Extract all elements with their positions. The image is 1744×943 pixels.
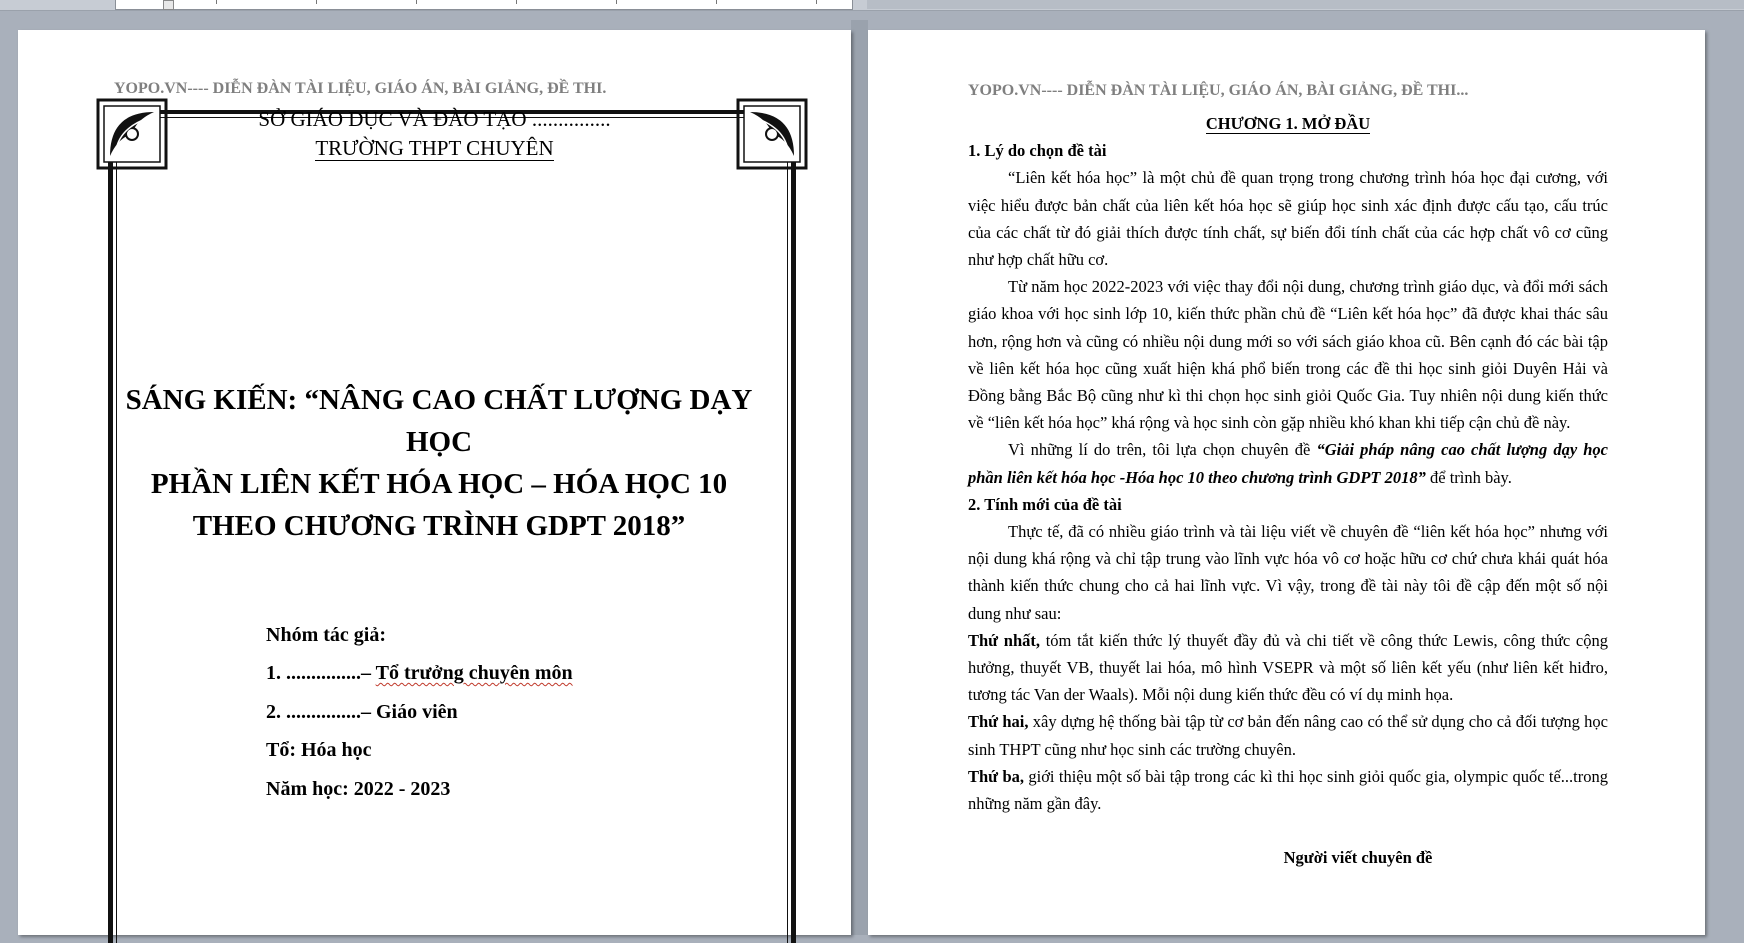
section-1-paragraph-1: “Liên kết hóa học” là một chủ đề quan tr… xyxy=(968,168,1608,270)
frame-right-line xyxy=(791,162,796,943)
horizontal-ruler[interactable] xyxy=(115,0,853,10)
indent-marker[interactable] xyxy=(163,0,174,10)
point-first-text: tóm tắt kiến thức lý thuyết đầy đủ và ch… xyxy=(968,630,1608,705)
paragraph-3-end: để trình bày. xyxy=(1425,467,1512,487)
paragraph-3-intro: Vì những lí do trên, tôi lựa chọn chuyên… xyxy=(1008,440,1317,460)
section-1-heading: 1. Lý do chọn đề tài xyxy=(968,141,1107,161)
title-line-3: THEO CHƯƠNG TRÌNH GDPT 2018” xyxy=(192,510,686,542)
school-year: Năm học: 2022 - 2023 xyxy=(266,778,451,800)
ruler-tick xyxy=(516,0,517,4)
section-1-paragraph-2: Từ năm học 2022-2023 với việc thay đổi n… xyxy=(968,277,1608,433)
initiative-title: SÁNG KIẾN: “NÂNG CAO CHẤT LƯỢNG DẠY HỌC … xyxy=(114,379,764,547)
document-page-cover[interactable]: YOPO.VN---- DIỄN ĐÀN TÀI LIỆU, GIÁO ÁN, … xyxy=(18,30,851,943)
frame-right-thin-line xyxy=(787,162,788,943)
workspace-edge xyxy=(1705,20,1744,935)
page-header: YOPO.VN---- DIỄN ĐÀN TÀI LIỆU, GIÁO ÁN, … xyxy=(114,80,607,97)
point-second-label: Thứ hai, xyxy=(968,712,1029,732)
signer-label: Người viết chuyên đề xyxy=(1283,848,1433,868)
section-1-paragraph-3: Vì những lí do trên, tôi lựa chọn chuyên… xyxy=(968,436,1608,490)
author-1-prefix: 1. ...............– xyxy=(266,662,371,684)
chapter-title: CHƯƠNG 1. MỞ ĐẦU xyxy=(968,110,1608,137)
ruler-filler xyxy=(867,0,1744,9)
section-2-paragraph-1: Thực tế, đã có nhiều giáo trình và tài l… xyxy=(968,522,1608,623)
ruler-tick xyxy=(616,0,617,4)
title-line-1: SÁNG KIẾN: “NÂNG CAO CHẤT LƯỢNG DẠY HỌC xyxy=(125,384,753,458)
point-first-label: Thứ nhất, xyxy=(968,630,1041,650)
department-name: SỞ GIÁO DỤC VÀ ĐÀO TẠO ............... xyxy=(258,107,611,131)
section-2-heading: 2. Tính mới của đề tài xyxy=(968,494,1122,514)
ruler-tick xyxy=(716,0,717,4)
ruler-tick xyxy=(216,0,217,4)
page-body[interactable]: CHƯƠNG 1. MỞ ĐẦU 1. Lý do chọn đề tài “L… xyxy=(968,110,1608,871)
frame-left-line xyxy=(108,162,113,943)
author-1-role: Tổ trưởng chuyên môn xyxy=(375,662,573,684)
document-page-chapter-1[interactable]: YOPO.VN---- DIỄN ĐÀN TÀI LIỆU, GIÁO ÁN, … xyxy=(868,30,1705,935)
point-second-text: xây dựng hệ thống bài tập từ cơ bản đến … xyxy=(968,712,1608,759)
title-line-2: PHẦN LIÊN KẾT HÓA HỌC – HÓA HỌC 10 xyxy=(150,468,728,500)
school-name: TRƯỜNG THPT CHUYÊN xyxy=(315,136,554,161)
author-1: 1. ...............– Tổ trưởng chuyên môn xyxy=(266,662,573,685)
frame-left-thin-line xyxy=(116,162,117,943)
point-third: Thứ ba, giới thiệu một số bài tập trong … xyxy=(968,763,1608,817)
chapter-title-text: CHƯƠNG 1. MỞ ĐẦU xyxy=(1205,114,1371,134)
point-first: Thứ nhất, tóm tắt kiến thức lý thuyết đầ… xyxy=(968,627,1608,709)
point-third-label: Thứ ba, xyxy=(968,766,1024,786)
point-third-text: giới thiệu một số bài tập trong các kì t… xyxy=(968,766,1608,814)
point-second: Thứ hai, xây dựng hệ thống bài tập từ cơ… xyxy=(968,708,1608,762)
ruler-tick xyxy=(316,0,317,4)
authors-label: Nhóm tác giả: xyxy=(266,624,386,646)
school-name-wrap: TRƯỜNG THPT CHUYÊN xyxy=(18,136,851,161)
ruler-tick xyxy=(416,0,417,4)
page-gutter xyxy=(851,20,868,935)
author-2: 2. ...............– Giáo viên xyxy=(266,701,458,723)
subject-group: Tổ: Hóa học xyxy=(266,739,372,761)
page-header: YOPO.VN---- DIỄN ĐÀN TÀI LIỆU, GIÁO ÁN, … xyxy=(968,82,1469,99)
ruler-tick xyxy=(816,0,817,4)
